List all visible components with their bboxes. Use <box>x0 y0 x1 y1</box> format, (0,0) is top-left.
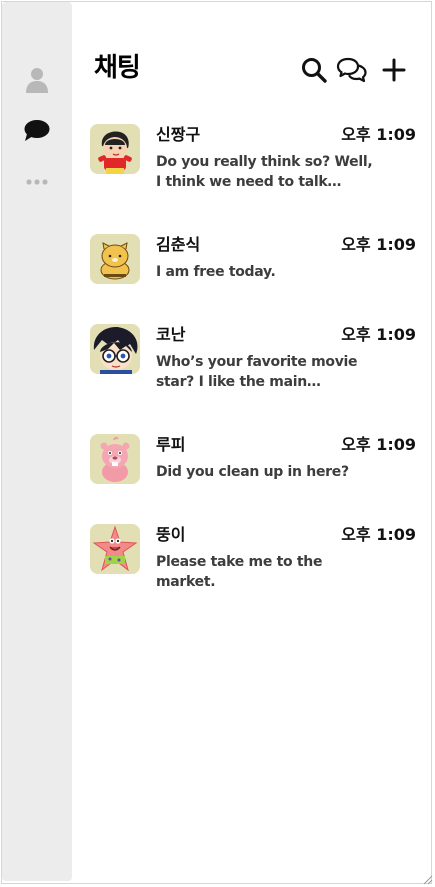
search-icon <box>302 58 327 83</box>
sidebar-item-chats[interactable] <box>2 116 72 146</box>
new-chat-icon <box>336 57 367 83</box>
chat-name: 신짱구 <box>156 125 201 144</box>
chat-name: 코난 <box>156 325 186 344</box>
patrick-avatar <box>90 524 140 574</box>
chat-preview: Please take me to the market. <box>156 554 323 590</box>
chat-list-item[interactable]: 김춘식 오후 1:09 I am free today. <box>74 224 430 300</box>
chat-list-item[interactable]: 루피 오후 1:09 Did you clean up in here? <box>74 424 430 500</box>
person-icon <box>26 68 48 93</box>
sidebar <box>2 2 72 881</box>
chat-time: 오후 1:09 <box>341 435 416 454</box>
chat-preview: Who’s your favorite movie star? I like t… <box>156 354 358 390</box>
shinchan-avatar <box>90 124 140 174</box>
chat-list-item[interactable]: 신짱구 오후 1:09 Do you really think so? Well… <box>74 114 430 190</box>
choonsik-avatar <box>90 234 140 284</box>
chat-time: 오후 1:09 <box>341 525 416 544</box>
chat-time: 오후 1:09 <box>341 125 416 144</box>
chat-preview: Did you clean up in here? <box>156 464 349 480</box>
resize-grip-icon[interactable] <box>421 873 433 885</box>
chat-name: 루피 <box>156 435 186 454</box>
chat-preview: Do you really think so? Well, I think we… <box>156 154 373 190</box>
chat-name: 김춘식 <box>156 235 201 254</box>
new-chat-button[interactable] <box>336 54 368 86</box>
loopy-avatar <box>90 434 140 484</box>
plus-icon <box>382 58 406 82</box>
more-icon <box>26 179 48 185</box>
sidebar-item-friends[interactable] <box>2 64 72 96</box>
chat-time: 오후 1:09 <box>341 235 416 254</box>
chat-time: 오후 1:09 <box>341 325 416 344</box>
chat-bubble-icon <box>24 120 50 141</box>
header: 채팅 <box>94 48 416 92</box>
search-button[interactable] <box>298 54 330 86</box>
sidebar-item-more[interactable] <box>2 172 72 192</box>
chat-list-item[interactable]: 뚱이 오후 1:09 Please take me to the market. <box>74 514 430 590</box>
chat-preview: I am free today. <box>156 264 276 280</box>
conan-avatar <box>90 324 140 374</box>
chat-list-item[interactable]: 코난 오후 1:09 Who’s your favorite movie sta… <box>74 314 430 390</box>
chat-name: 뚱이 <box>156 525 186 544</box>
add-chat-button[interactable] <box>378 54 410 86</box>
page-title: 채팅 <box>94 53 141 83</box>
